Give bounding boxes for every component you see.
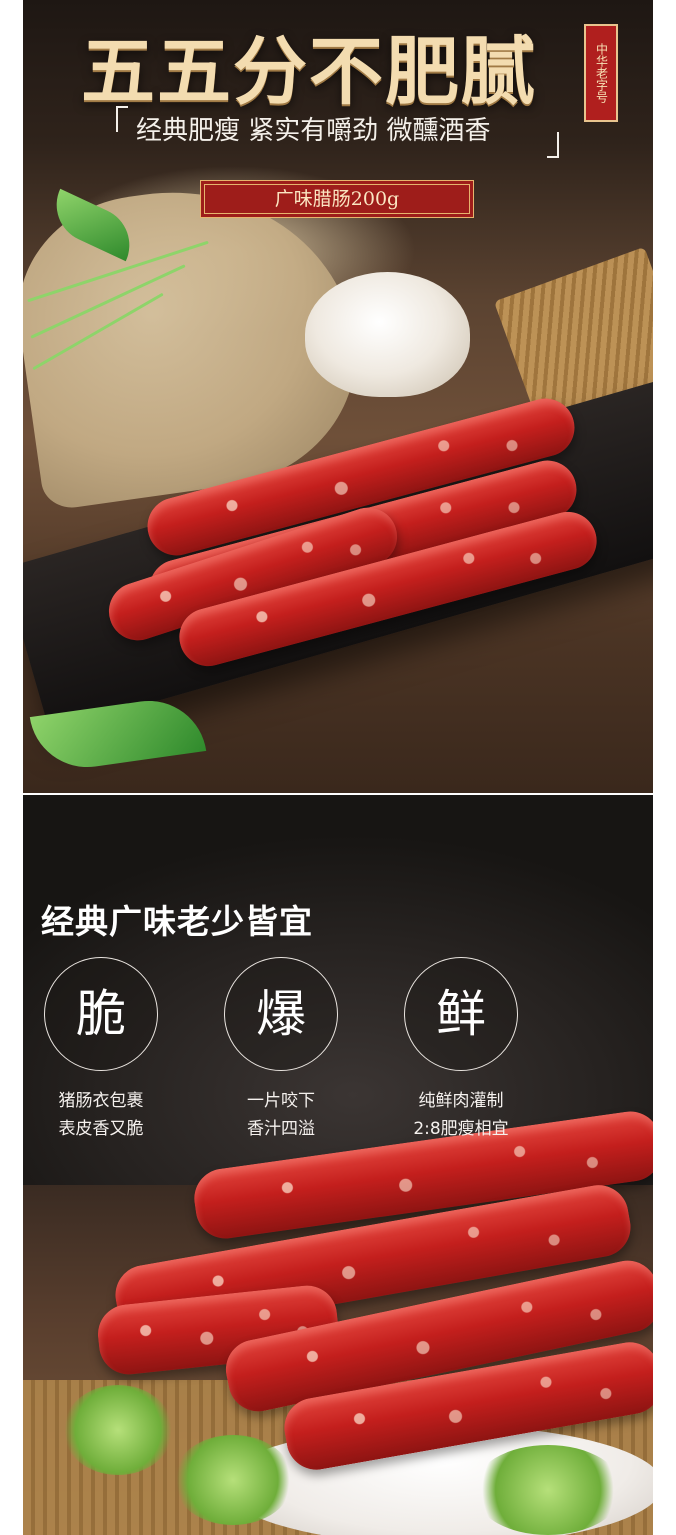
features-heading: 经典广味老少皆宜	[41, 902, 313, 941]
product-tag: 广味腊肠200g	[200, 180, 474, 218]
feature-desc-line: 一片咬下	[247, 1091, 315, 1111]
feature-desc-crispy: 猪肠衣包裹 表皮香又脆	[31, 1087, 171, 1143]
feature-desc-juicy: 一片咬下 香汁四溢	[211, 1087, 351, 1143]
feature-circle-crispy: 脆	[44, 957, 158, 1071]
frisee-garnish-icon	[63, 1385, 173, 1475]
feature-desc-line: 猪肠衣包裹	[58, 1091, 144, 1111]
heritage-seal: 中华老字号	[584, 24, 618, 122]
feature-circle-juicy: 爆	[224, 957, 338, 1071]
quote-bracket-right	[547, 132, 559, 158]
features-section: 经典广味老少皆宜 脆 爆 鲜 猪肠衣包裹 表皮香又脆 一片咬下 香汁四溢 纯鲜肉…	[23, 795, 653, 1535]
hero-title: 五五分不肥腻	[81, 29, 537, 115]
garlic-image	[305, 272, 470, 397]
feature-desc-line: 纯鲜肉灌制	[418, 1091, 504, 1111]
frisee-garnish-icon	[473, 1445, 623, 1535]
feature-desc-fresh: 纯鲜肉灌制 2:8肥瘦相宜	[391, 1087, 531, 1143]
feature-circle-fresh: 鲜	[404, 957, 518, 1071]
frisee-garnish-icon	[173, 1435, 293, 1525]
feature-desc-line: 表皮香又脆	[58, 1119, 144, 1139]
hero-subtitle: 经典肥瘦 紧实有嚼劲 微醺酒香	[136, 116, 491, 146]
feature-desc-line: 2:8肥瘦相宜	[413, 1119, 509, 1139]
hero-banner: 五五分不肥腻 中华老字号 经典肥瘦 紧实有嚼劲 微醺酒香 广味腊肠200g	[23, 0, 653, 793]
feature-desc-line: 香汁四溢	[247, 1119, 315, 1139]
